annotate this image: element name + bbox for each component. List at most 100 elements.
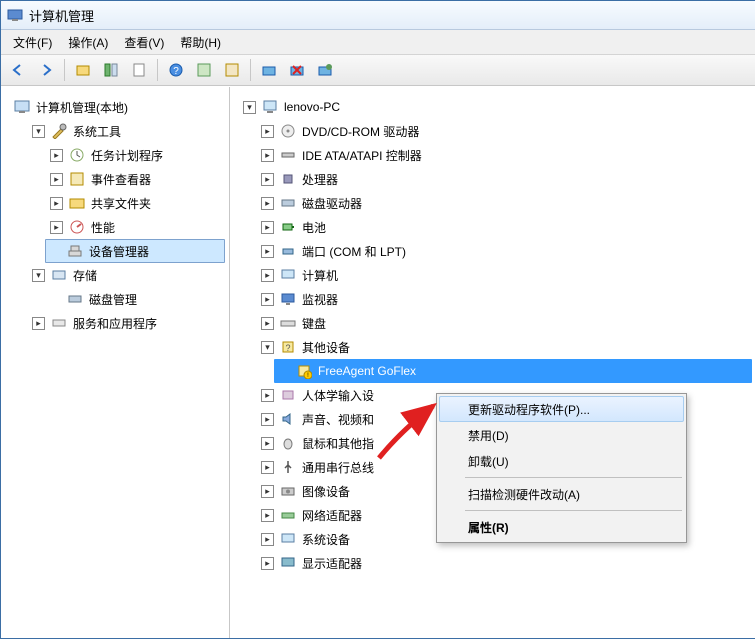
mouse-icon [280,435,296,451]
expand-toggle[interactable]: ▸ [261,125,274,138]
label: 任务计划程序 [89,147,165,164]
body: 计算机管理(本地) ▾ 系统工具 ▸ 任务计划程序 ▸事件查看器 [1,86,755,638]
cat-ports[interactable]: ▸端口 (COM 和 LPT) [256,239,752,263]
label: 计算机 [300,267,340,284]
expand-toggle[interactable]: ▸ [261,485,274,498]
ctx-uninstall[interactable]: 卸载(U) [439,448,684,474]
expand-toggle[interactable]: ▸ [261,437,274,450]
svg-text:?: ? [173,66,179,77]
menu-file[interactable]: 文件(F) [5,32,60,53]
titlebar[interactable]: 计算机管理 [1,1,755,30]
tree-performance[interactable]: ▸性能 [45,215,225,239]
device-root[interactable]: ▾ lenovo-PC [238,95,752,119]
scan-hardware-button[interactable] [256,57,282,83]
expand-toggle[interactable]: ▸ [261,269,274,282]
window-title: 计算机管理 [29,6,94,25]
folder-shared-icon [69,195,85,211]
collapse-toggle[interactable]: ▾ [32,125,45,138]
help-button[interactable]: ? [163,57,189,83]
expand-toggle[interactable]: ▸ [50,197,63,210]
tree-root-local[interactable]: 计算机管理(本地) [9,95,225,119]
expand-toggle[interactable]: ▸ [261,557,274,570]
separator [157,59,158,81]
cat-computer[interactable]: ▸ 计算机 [256,263,752,287]
ctx-properties[interactable]: 属性(R) [439,514,684,540]
menu-help[interactable]: 帮助(H) [172,32,229,53]
tree-shared-folders[interactable]: ▸共享文件夹 [45,191,225,215]
collapse-toggle[interactable]: ▾ [243,101,256,114]
expand-toggle[interactable]: ▸ [50,149,63,162]
properties-button[interactable] [191,57,217,83]
label: IDE ATA/ATAPI 控制器 [300,147,424,164]
expand-toggle[interactable]: ▸ [261,389,274,402]
expand-toggle[interactable]: ▸ [261,149,274,162]
update-driver-button[interactable] [312,57,338,83]
forward-button[interactable] [33,57,59,83]
expand-toggle[interactable]: ▸ [261,197,274,210]
cat-disk[interactable]: ▸ 磁盘驱动器 [256,191,752,215]
expand-toggle[interactable]: ▸ [261,173,274,186]
ctx-disable[interactable]: 禁用(D) [439,422,684,448]
ctx-scan-hardware[interactable]: 扫描检测硬件改动(A) [439,481,684,507]
cat-dvd[interactable]: ▸DVD/CD-ROM 驱动器 [256,119,752,143]
ctx-update-driver[interactable]: 更新驱动程序软件(P)... [439,396,684,422]
keyboard-icon [280,315,296,331]
label: 计算机管理(本地) [34,99,130,116]
expand-toggle[interactable]: ▸ [261,293,274,306]
expand-toggle[interactable]: ▸ [261,533,274,546]
menu-action[interactable]: 操作(A) [60,32,116,53]
expand-toggle[interactable]: ▸ [261,245,274,258]
tree-services-apps[interactable]: ▸ 服务和应用程序 [27,311,225,335]
expand-toggle[interactable]: ▸ [261,509,274,522]
tree-event-viewer[interactable]: ▸事件查看器 [45,167,225,191]
menu-view[interactable]: 查看(V) [116,32,172,53]
cat-other-devices[interactable]: ▾?其他设备 [256,335,752,359]
collapse-toggle[interactable]: ▾ [261,341,274,354]
expand-toggle[interactable]: ▸ [32,317,45,330]
tree-task-scheduler[interactable]: ▸ 任务计划程序 [45,143,225,167]
expand-toggle[interactable]: ▸ [261,221,274,234]
label: 网络适配器 [300,507,364,524]
event-icon [69,171,85,187]
show-console-button[interactable] [98,57,124,83]
expand-toggle[interactable]: ▸ [261,461,274,474]
device-mgr-icon [67,243,83,259]
tree-storage[interactable]: ▾ 存储 [27,263,225,287]
label: 显示适配器 [300,555,364,572]
back-button[interactable] [5,57,31,83]
tree-device-manager[interactable]: 设备管理器 [45,239,225,263]
tree-system-tools[interactable]: ▾ 系统工具 [27,119,225,143]
cat-keyboard[interactable]: ▸键盘 [256,311,752,335]
unknown-device-icon: ? [280,339,296,355]
tools-icon [51,123,67,139]
right-pane[interactable]: ▾ lenovo-PC ▸DVD/CD-ROM 驱动器 ▸ IDE ATA/ATA… [230,87,755,638]
computer-mgmt-icon [14,99,30,115]
device-freeagent-goflex[interactable]: !FreeAgent GoFlex [274,359,752,383]
cat-monitor[interactable]: ▸监视器 [256,287,752,311]
cat-battery[interactable]: ▸电池 [256,215,752,239]
expand-toggle[interactable]: ▸ [50,221,63,234]
mmc-window: 计算机管理 文件(F) 操作(A) 查看(V) 帮助(H) ? [0,0,755,639]
label: 磁盘驱动器 [300,195,364,212]
refresh-button[interactable] [219,57,245,83]
label: 更新驱动程序软件(P)... [468,401,590,418]
svg-text:?: ? [285,343,290,353]
storage-icon [51,267,67,283]
collapse-toggle[interactable]: ▾ [32,269,45,282]
hid-icon [280,387,296,403]
cat-cpu[interactable]: ▸处理器 [256,167,752,191]
left-pane[interactable]: 计算机管理(本地) ▾ 系统工具 ▸ 任务计划程序 ▸事件查看器 [1,87,230,638]
label: 系统设备 [300,531,352,548]
tree-disk-mgmt[interactable]: 磁盘管理 [45,287,225,311]
expand-toggle[interactable]: ▸ [50,173,63,186]
uninstall-button[interactable] [284,57,310,83]
label: 属性(R) [468,519,509,536]
cat-ide[interactable]: ▸ IDE ATA/ATAPI 控制器 [256,143,752,167]
optical-drive-icon [280,123,296,139]
expand-toggle[interactable]: ▸ [261,413,274,426]
expand-toggle[interactable]: ▸ [261,317,274,330]
export-button[interactable] [126,57,152,83]
battery-icon [280,219,296,235]
cat-display[interactable]: ▸ 显示适配器 [256,551,752,575]
up-button[interactable] [70,57,96,83]
